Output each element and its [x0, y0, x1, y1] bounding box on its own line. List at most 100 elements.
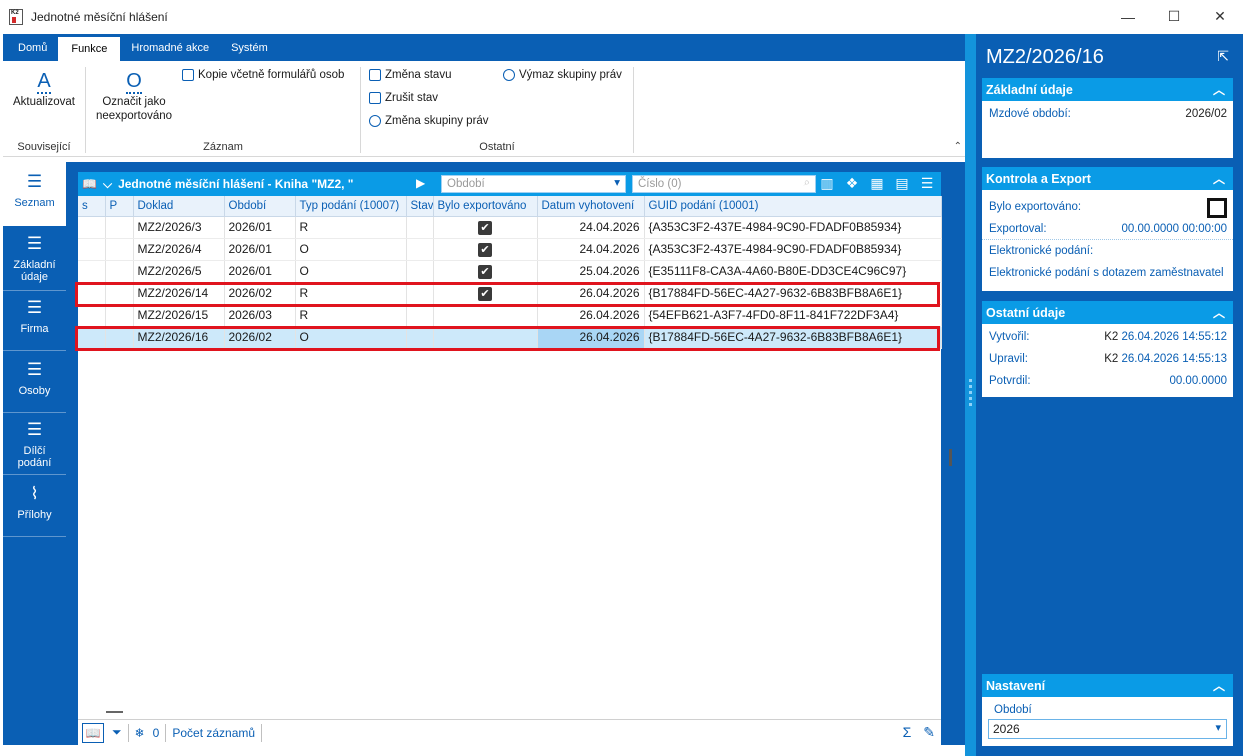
- refresh-button[interactable]: A Aktualizovat: [9, 67, 79, 109]
- book-view-icon[interactable]: 📖: [82, 722, 104, 743]
- column-header-p[interactable]: P: [105, 196, 134, 217]
- settings-period-label: Období: [994, 704, 1032, 716]
- card-basic-info: Základní údaje ︿ Mzdové období: 2026/02: [982, 78, 1233, 158]
- card-control-export: Kontrola a Export ︿ Bylo exportováno: Ex…: [982, 167, 1233, 291]
- sum-icon[interactable]: Σ: [903, 724, 912, 741]
- nav-item-prilohy[interactable]: ⌇ Přílohy: [3, 478, 66, 536]
- window-titlebar: K2 Jednotné měsíční hlášení — ☐ ✕: [0, 0, 1243, 33]
- columns-icon[interactable]: ▦: [867, 175, 887, 192]
- change-rights-group-button[interactable]: Změna skupiny práv: [369, 115, 489, 127]
- cubes-icon[interactable]: ❖: [842, 175, 862, 192]
- collapse-caret-icon[interactable]: ︿: [1213, 677, 1225, 694]
- list-icon: ☰: [26, 420, 43, 439]
- close-icon[interactable]: ✕: [1197, 0, 1243, 33]
- nav-item-osoby[interactable]: ☰ Osoby: [3, 354, 66, 412]
- collapse-caret-icon[interactable]: ︿: [1213, 304, 1225, 321]
- print-icon[interactable]: ⎙: [792, 175, 812, 192]
- horizontal-scroll-handle[interactable]: [106, 711, 123, 713]
- table-row[interactable]: MZ2/2026/15 2026/03 R 26.04.2026 {54EFB6…: [78, 304, 942, 327]
- tab-domu[interactable]: Domů: [7, 34, 58, 61]
- row-modified: Upravil: K2 26.04.2026 14:55:13: [989, 353, 1227, 365]
- ribbon-tabs: Domů Funkce Hromadné akce Systém: [3, 34, 968, 61]
- center-area: 📖 ⌵ Jednotné měsíční hlášení - Kniha "MZ…: [66, 162, 965, 745]
- row-exported: Bylo exportováno:: [982, 196, 1233, 218]
- grid-title: Jednotné měsíční hlášení - Kniha "MZ2, ": [118, 177, 354, 191]
- detail-panel: MZ2/2026/16 ⇱ Základní údaje ︿ Mzdové ob…: [976, 34, 1243, 756]
- column-header-typ-podani[interactable]: Typ podání (10007): [295, 196, 407, 217]
- table-header-row: s P Doklad Období Typ podání (10007) Sta…: [78, 196, 942, 217]
- change-state-button[interactable]: Změna stavu: [369, 69, 451, 81]
- ribbon: Domů Funkce Hromadné akce Systém A Aktua…: [3, 34, 968, 157]
- group-record: O Označit jako neexportováno Kopie včetn…: [86, 61, 360, 157]
- book-icon[interactable]: 📖: [82, 177, 97, 191]
- maximize-icon[interactable]: ☐: [1151, 0, 1197, 33]
- record-count-label: Počet záznamů: [172, 725, 256, 740]
- delete-rights-group-button[interactable]: Výmaz skupiny práv: [503, 69, 622, 81]
- settings-period-select[interactable]: 2026 ▾: [988, 719, 1227, 739]
- column-header-bylo-exportovano[interactable]: Bylo exportováno: [433, 196, 538, 217]
- snowflake-icon[interactable]: ❄: [135, 726, 145, 740]
- collapse-caret-icon[interactable]: ︿: [1213, 81, 1225, 98]
- table-row[interactable]: MZ2/2026/3 2026/01 R ✔ 24.04.2026 {A353C…: [78, 216, 942, 239]
- popout-icon[interactable]: ⇱: [1217, 48, 1229, 65]
- nav-item-dilci-podani[interactable]: ☰ Dílčí podání: [3, 416, 66, 474]
- dropdown-icon[interactable]: ▾: [614, 176, 620, 191]
- filter-icon[interactable]: ⏷: [112, 725, 122, 740]
- nav-item-firma[interactable]: ☰ Firma: [3, 292, 66, 350]
- record-count-value: 0: [152, 725, 160, 740]
- column-header-doklad[interactable]: Doklad: [133, 196, 225, 217]
- ribbon-body: A Aktualizovat Související O Označit jak…: [3, 61, 968, 157]
- excel-icon[interactable]: ▤: [892, 175, 912, 192]
- exported-checkbox: ✔: [478, 264, 492, 279]
- records-grid: 📖 ⌵ Jednotné měsíční hlášení - Kniha "MZ…: [75, 172, 942, 745]
- copy-with-forms-button[interactable]: Kopie včetně formulářů osob: [182, 69, 344, 81]
- menu-icon[interactable]: ☰: [917, 175, 937, 192]
- card-settings: Nastavení ︿ Období 2026 ▾: [982, 674, 1233, 746]
- table-row[interactable]: MZ2/2026/4 2026/01 O ✔ 24.04.2026 {A353C…: [78, 238, 942, 261]
- edit-icon[interactable]: ✎: [923, 724, 935, 741]
- tab-system[interactable]: Systém: [220, 34, 279, 61]
- refresh-icon: A: [37, 70, 51, 94]
- rights-icon: [369, 115, 381, 127]
- column-header-stav[interactable]: Stav: [406, 196, 434, 217]
- chart-icon[interactable]: ▥: [817, 175, 837, 192]
- play-icon[interactable]: ▶: [416, 176, 425, 190]
- column-header-datum-vyhotoveni[interactable]: Datum vyhotovení: [537, 196, 645, 217]
- minimize-icon[interactable]: —: [1105, 0, 1151, 33]
- group-related: A Aktualizovat Související: [3, 61, 85, 157]
- left-navigation: ☰ Seznam ☰ Základní údaje ☰ Firma ☰ Osob…: [3, 162, 66, 745]
- tab-hromadne-akce[interactable]: Hromadné akce: [120, 34, 220, 61]
- panel-splitter[interactable]: [965, 34, 976, 756]
- cancel-state-button[interactable]: Zrušit stav: [369, 92, 438, 104]
- grid-toolbar: ⎙ ▥ ❖ ▦ ▤ ☰: [792, 175, 937, 192]
- row-e-filing: Elektronické podání:: [989, 245, 1094, 257]
- column-header-s[interactable]: s: [78, 196, 106, 217]
- record-title: MZ2/2026/16: [986, 46, 1104, 68]
- tab-funkce[interactable]: Funkce: [58, 37, 121, 61]
- nav-item-zakladni-udaje[interactable]: ☰ Základní údaje: [3, 228, 66, 290]
- column-header-guid[interactable]: GUID podání (10001): [644, 196, 942, 217]
- row-created: Vytvořil: K2 26.04.2026 14:55:12: [989, 331, 1227, 343]
- delete-rights-icon: [503, 69, 515, 81]
- list-icon: ☰: [26, 360, 43, 379]
- window-controls: — ☐ ✕: [1105, 0, 1243, 33]
- collapse-ribbon-icon[interactable]: ⌃: [954, 141, 962, 152]
- window-title: Jednotné měsíční hlášení: [31, 9, 168, 24]
- period-filter-input[interactable]: Období ▾: [441, 175, 626, 193]
- vertical-scroll-handle[interactable]: [949, 449, 952, 466]
- grid-header-bar: 📖 ⌵ Jednotné měsíční hlášení - Kniha "MZ…: [78, 172, 941, 196]
- mark-not-exported-button[interactable]: O Označit jako neexportováno: [92, 67, 176, 123]
- dropdown-icon[interactable]: ▾: [1215, 721, 1221, 734]
- number-filter-input[interactable]: Číslo (0) ⌕: [632, 175, 816, 193]
- table-row[interactable]: MZ2/2026/5 2026/01 O ✔ 25.04.2026 {E3511…: [78, 260, 942, 283]
- list-icon: ☰: [26, 172, 43, 191]
- column-header-obdobi[interactable]: Období: [224, 196, 296, 217]
- paperclip-icon: ⌇: [30, 484, 39, 503]
- app-icon: K2: [9, 8, 23, 25]
- collapse-chevron-icon[interactable]: ⌵: [103, 177, 112, 192]
- copy-icon: [182, 69, 194, 81]
- cancel-state-icon: [369, 92, 381, 104]
- exported-checkbox[interactable]: [1207, 198, 1227, 218]
- nav-item-seznam[interactable]: ☰ Seznam: [3, 162, 66, 226]
- collapse-caret-icon[interactable]: ︿: [1213, 170, 1225, 187]
